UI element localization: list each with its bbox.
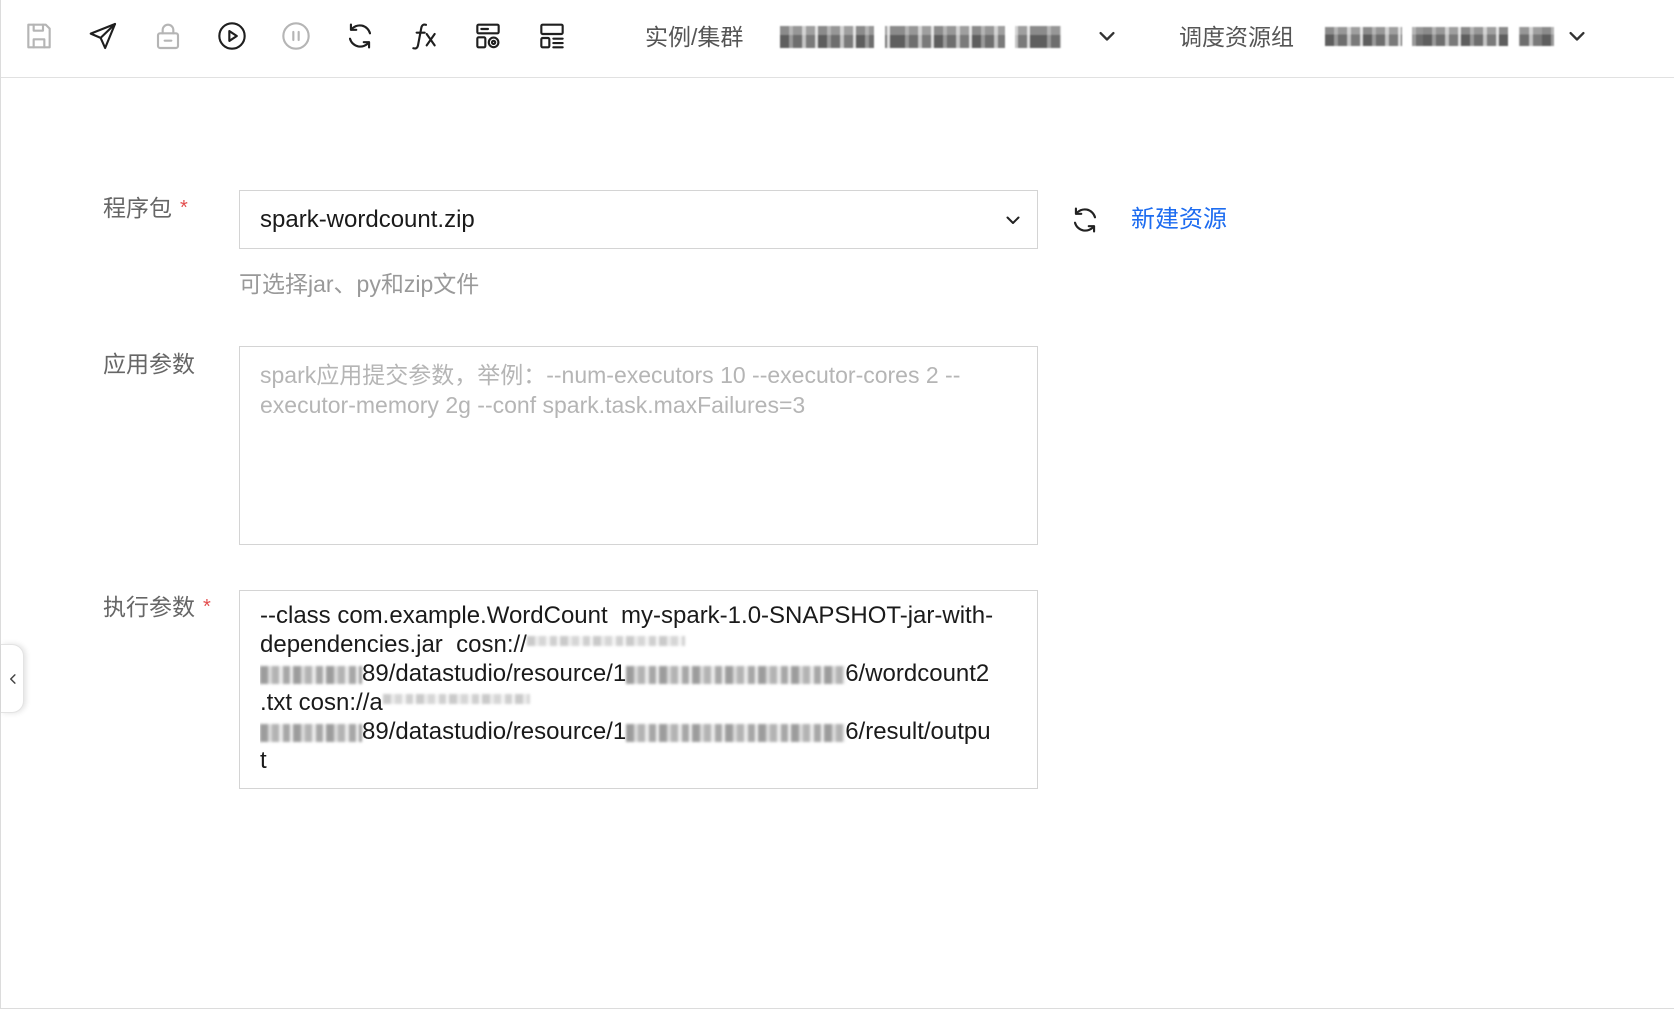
exec-params-line: t	[260, 746, 1017, 775]
required-mark: *	[203, 596, 211, 618]
redacted-text	[626, 666, 846, 684]
exec-params-line: 89/datastudio/resource/1 6/wordcount2	[260, 659, 1017, 688]
redacted-value	[780, 26, 874, 48]
exec-params-label-text: 执行参数	[103, 594, 195, 620]
chevron-down-icon	[1569, 31, 1585, 41]
new-resource-link[interactable]: 新建资源	[1131, 205, 1227, 235]
submit-button[interactable]	[87, 20, 119, 52]
save-icon	[27, 23, 51, 49]
function-button[interactable]	[408, 20, 440, 52]
chevron-down-icon	[1099, 31, 1115, 41]
layout-icon	[540, 23, 564, 49]
editor-panel: 实例/集群 调度资源组 程序包 * spark-wordcount.zip 新建…	[0, 0, 1674, 1009]
pause-button[interactable]	[280, 20, 312, 52]
redacted-value	[885, 26, 1005, 48]
refresh-package-button[interactable]	[1069, 204, 1101, 236]
run-button[interactable]	[216, 20, 248, 52]
exec-params-text: dependencies.jar cosn://	[260, 631, 527, 658]
chevron-down-icon	[1006, 216, 1020, 224]
exec-params-line: .txt cosn://a	[260, 688, 1017, 717]
fx-icon	[412, 23, 436, 50]
exec-params-label: 执行参数 *	[103, 592, 211, 622]
chevron-left-icon	[10, 674, 16, 684]
resource-group-label: 调度资源组	[1179, 24, 1294, 50]
refresh-icon	[348, 23, 372, 49]
package-select[interactable]: spark-wordcount.zip	[239, 190, 1038, 249]
refresh-icon	[1073, 207, 1097, 233]
layout-button[interactable]	[536, 20, 568, 52]
app-params-label: 应用参数	[103, 349, 195, 379]
redacted-text	[260, 724, 362, 742]
package-label: 程序包 *	[103, 193, 188, 223]
play-icon	[218, 22, 246, 50]
redacted-value	[1015, 26, 1061, 48]
redacted-text	[626, 724, 846, 742]
exec-params-line: 89/datastudio/resource/1 6/result/outpu	[260, 717, 1017, 746]
redacted-text	[260, 666, 362, 684]
exec-params-line: dependencies.jar cosn://	[260, 630, 1017, 659]
lock-button[interactable]	[152, 20, 184, 52]
app-params-input[interactable]	[239, 346, 1038, 545]
exec-params-text: t	[260, 747, 267, 774]
exec-params-input[interactable]: --class com.example.WordCount my-spark-1…	[239, 590, 1038, 789]
lock-icon	[156, 23, 180, 50]
exec-params-text: 89/datastudio/resource/1	[362, 660, 627, 687]
exec-params-text: 89/datastudio/resource/1	[362, 718, 627, 745]
required-mark: *	[180, 197, 188, 219]
redacted-value	[1519, 27, 1554, 46]
redacted-value	[1412, 27, 1508, 46]
instance-cluster-select[interactable]	[780, 18, 1121, 54]
exec-params-line: --class com.example.WordCount my-spark-1…	[260, 601, 1017, 630]
config-icon	[476, 23, 500, 49]
resource-group-select[interactable]	[1325, 18, 1593, 54]
exec-params-text: --class com.example.WordCount my-spark-1…	[260, 602, 994, 629]
config-button[interactable]	[472, 20, 504, 52]
pause-icon	[282, 22, 310, 50]
redacted-text	[382, 694, 530, 704]
instance-cluster-label: 实例/集群	[645, 24, 744, 50]
save-button[interactable]	[23, 20, 55, 52]
sidebar-collapse-handle[interactable]	[1, 644, 24, 713]
send-icon	[89, 22, 117, 50]
exec-params-text: .txt cosn://a	[260, 689, 383, 716]
exec-params-text: 6/wordcount2	[845, 660, 990, 687]
package-hint: 可选择jar、py和zip文件	[239, 271, 480, 297]
redacted-text	[526, 636, 685, 646]
redacted-value	[1325, 27, 1402, 46]
toolbar: 实例/集群 调度资源组	[1, 0, 1674, 78]
exec-params-text: 6/result/outpu	[845, 718, 991, 745]
app-params-label-text: 应用参数	[103, 351, 195, 377]
package-select-value: spark-wordcount.zip	[260, 206, 475, 233]
package-label-text: 程序包	[103, 195, 172, 221]
refresh-button[interactable]	[344, 20, 376, 52]
